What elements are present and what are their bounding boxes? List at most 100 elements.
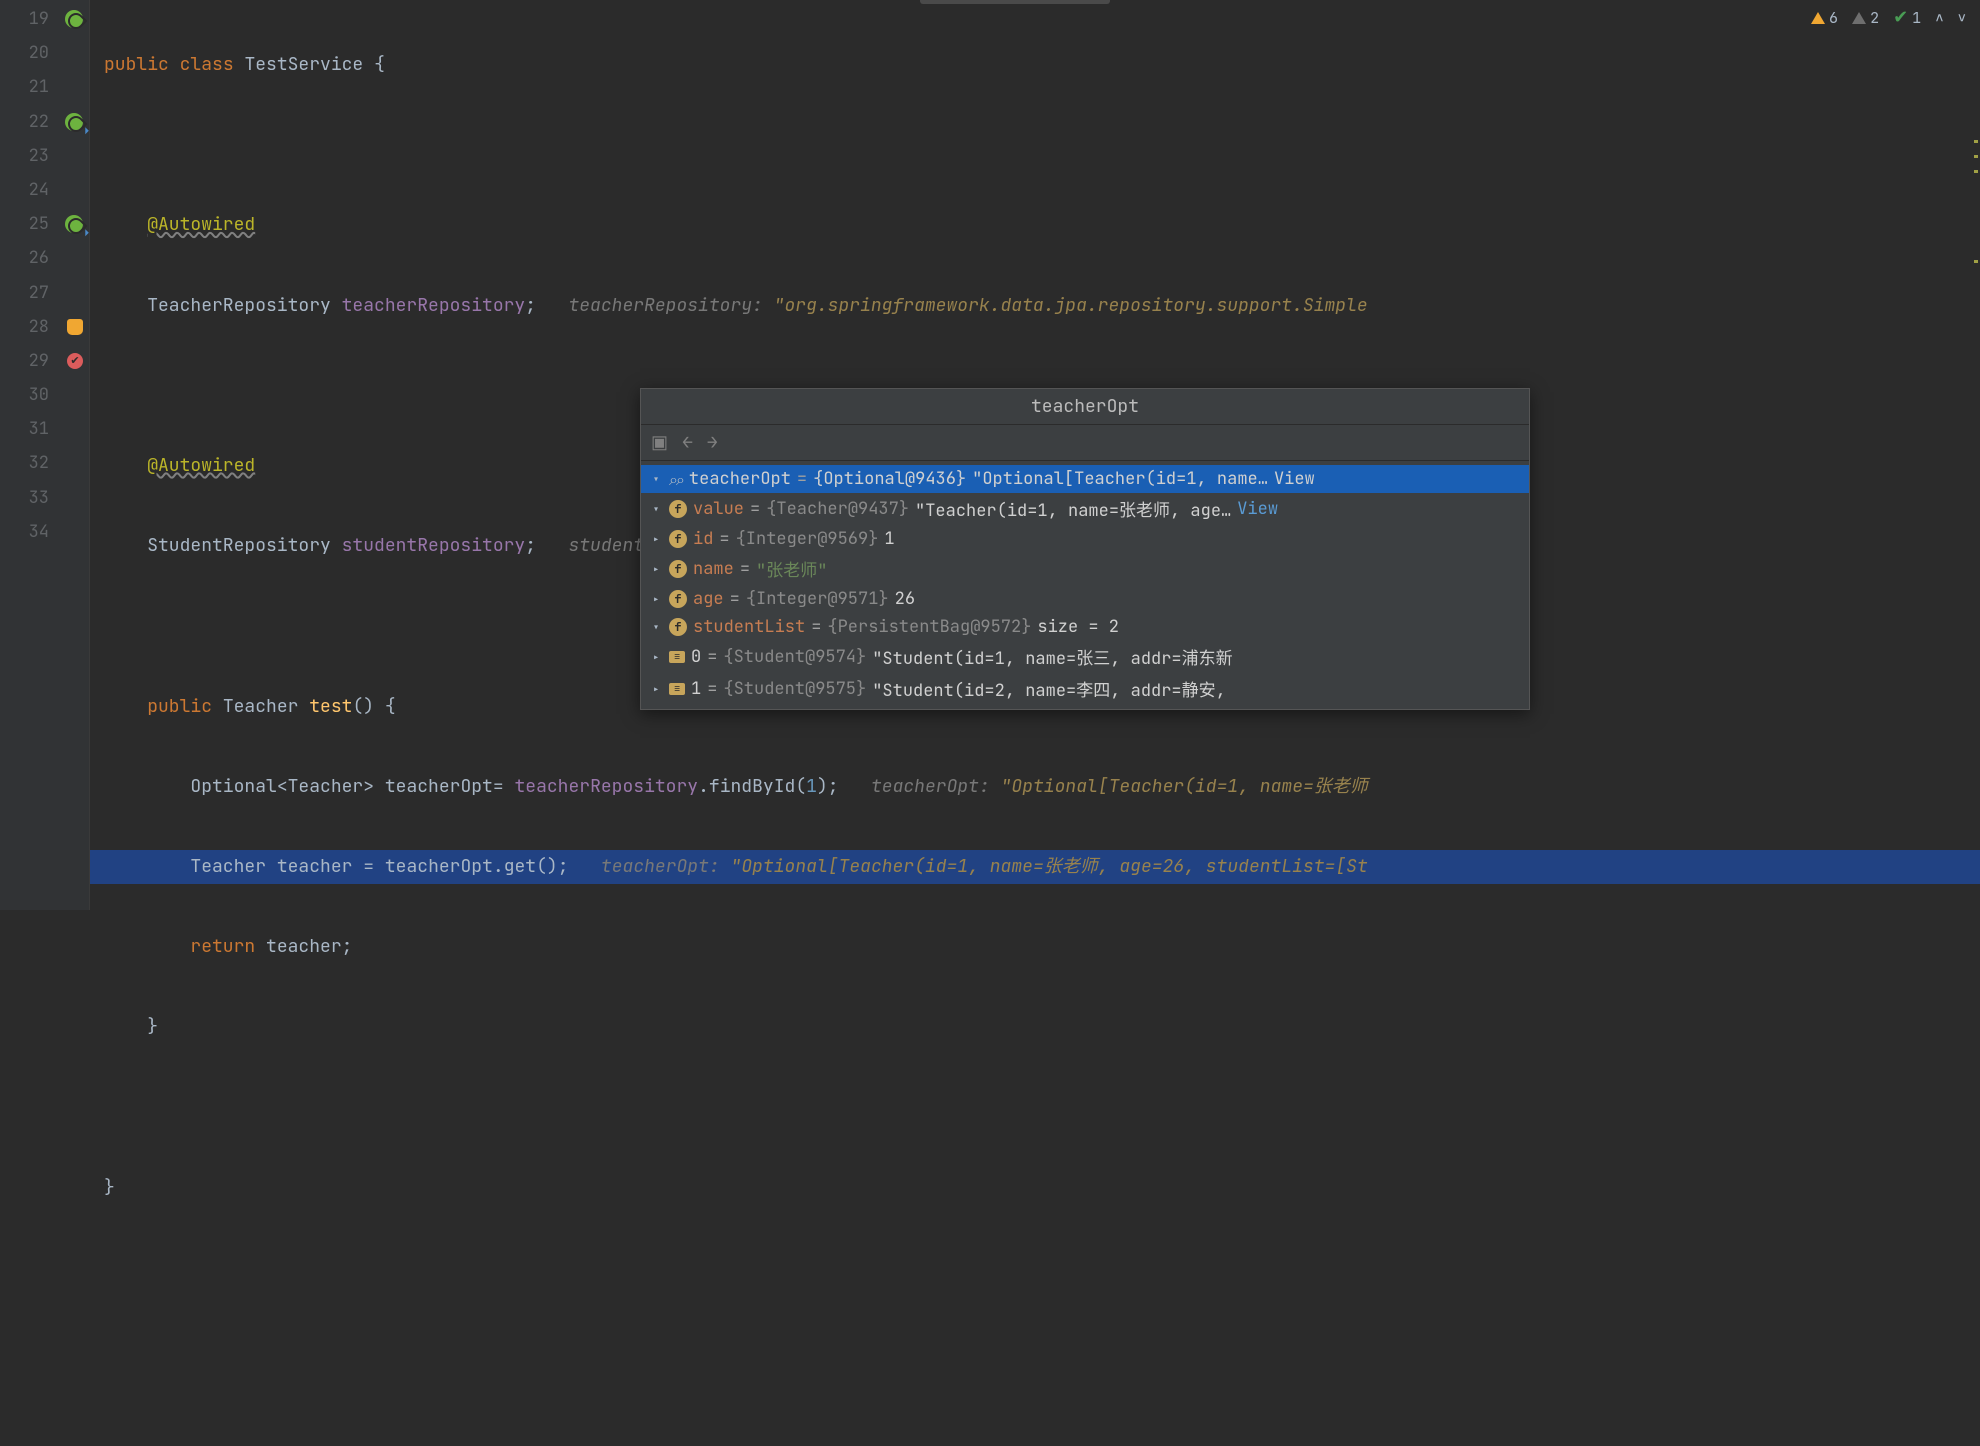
debug-hint-label: teacherOpt: (601, 855, 720, 878)
line-number: 32 (29, 452, 49, 474)
breakpoint-icon[interactable] (67, 353, 83, 369)
var-value: "Student(id=1, name=张三, addr=浦东新 (872, 644, 1232, 670)
element-icon (669, 683, 685, 695)
line-number: 30 (29, 384, 49, 406)
keyword: public (104, 53, 169, 76)
brace: } (147, 1015, 158, 1038)
debug-hint-value: "Optional[Teacher(id=1, name=张老师 (1001, 775, 1368, 798)
var-name: value (693, 498, 744, 520)
dot: . (493, 855, 504, 878)
line-number: 31 (29, 418, 49, 440)
var-name: id (693, 528, 713, 550)
new-watch-icon[interactable]: ▣ (651, 431, 668, 454)
scroll-hint[interactable] (1974, 260, 1978, 263)
equals: = (730, 588, 740, 610)
equals: = (797, 468, 807, 490)
line-number: 25 (29, 213, 49, 235)
equals: = (493, 775, 504, 798)
scroll-hint[interactable] (1974, 170, 1978, 173)
tree-node[interactable]: ▸ f name = "张老师" (641, 553, 1529, 585)
warning-grey-count[interactable]: 2 (1852, 8, 1879, 28)
scroll-markers (1974, 0, 1978, 910)
element-icon (669, 651, 685, 663)
line-number: 34 (29, 521, 49, 543)
scroll-hint[interactable] (1974, 155, 1978, 158)
expand-toggle-icon[interactable]: ▸ (649, 561, 663, 578)
variable-tree[interactable]: ▾ ⌕⌕ teacherOpt = {Optional@9436} "Optio… (641, 461, 1529, 709)
expand-toggle-icon[interactable]: ▾ (649, 501, 663, 518)
field-icon: f (669, 530, 687, 548)
brace: { (374, 53, 385, 76)
tree-node[interactable]: ▸ 0 = {Student@9574} "Student(id=1, name… (641, 641, 1529, 673)
ok-count[interactable]: ✔1 (1893, 6, 1921, 29)
warning-yellow-count[interactable]: 6 (1811, 8, 1838, 28)
equals: = (719, 528, 729, 550)
var-value: size = 2 (1037, 616, 1119, 638)
scroll-hint[interactable] (1974, 140, 1978, 143)
expand-toggle-icon[interactable]: ▸ (649, 591, 663, 608)
parens: () (536, 855, 558, 878)
spring-autowire-icon[interactable] (65, 113, 83, 131)
method-name: test (309, 695, 352, 718)
expand-toggle-icon[interactable]: ▸ (649, 531, 663, 548)
method-call: findById (709, 775, 795, 798)
inspection-widget[interactable]: 6 2 ✔1 ∧ ∨ (1811, 6, 1966, 29)
count: 2 (1870, 8, 1879, 28)
line-number: 24 (29, 179, 49, 201)
var-name: 1 (691, 678, 701, 700)
var-type: {PersistentBag@9572} (827, 616, 1031, 638)
var-type: {Optional@9436} (813, 468, 966, 490)
caret-up-icon[interactable]: ∧ (1935, 9, 1943, 27)
var-value: "Student(id=2, name=李四, addr=静安, (872, 676, 1226, 702)
type-ref: TeacherRepository (147, 294, 331, 317)
tree-node[interactable]: ▸ 1 = {Student@9575} "Student(id=2, name… (641, 673, 1529, 705)
var-type: {Integer@9571} (746, 588, 889, 610)
tree-node-root[interactable]: ▾ ⌕⌕ teacherOpt = {Optional@9436} "Optio… (641, 465, 1529, 493)
var-value: "Optional[Teacher(id=1, name… (972, 468, 1268, 490)
line-gutter: 19 20 21 22 23 24 25 26 27 28 29 30 31 3… (0, 0, 90, 910)
intention-bulb-icon[interactable] (67, 319, 83, 335)
paren: ) (817, 775, 828, 798)
nav-forward-icon[interactable]: → (707, 431, 718, 454)
expand-toggle-icon[interactable]: ▾ (649, 471, 663, 488)
debug-hint-label: teacherRepository: (568, 294, 762, 317)
semicolon: ; (558, 855, 569, 878)
keyword: public (147, 695, 212, 718)
line-number: 19 (29, 8, 49, 30)
dot: . (698, 775, 709, 798)
nav-back-icon[interactable]: ← (682, 431, 693, 454)
expand-toggle-icon[interactable]: ▸ (649, 681, 663, 698)
var-name: teacher (277, 855, 353, 878)
annotation: @Autowired (147, 213, 255, 236)
tree-node[interactable]: ▾ f studentList = {PersistentBag@9572} s… (641, 613, 1529, 641)
angle: < (277, 775, 288, 798)
equals: = (811, 616, 821, 638)
field-name: teacherRepository (342, 294, 526, 317)
var-name: name (693, 558, 734, 580)
line-number: 28 (29, 316, 49, 338)
spring-autowire-icon[interactable] (65, 215, 83, 233)
tree-node[interactable]: ▾ f value = {Teacher@9437} "Teacher(id=1… (641, 493, 1529, 525)
var-ref: teacherOpt (385, 855, 493, 878)
expand-toggle-icon[interactable]: ▸ (649, 649, 663, 666)
field-ref: teacherRepository (514, 775, 698, 798)
line-number: 33 (29, 487, 49, 509)
field-icon: f (669, 560, 687, 578)
tree-node[interactable]: ▸ f id = {Integer@9569} 1 (641, 525, 1529, 553)
popup-toolbar: ▣ ← → (641, 425, 1529, 461)
debug-hint-value: "Optional[Teacher(id=1, name=张老师, age=26… (731, 855, 1368, 878)
field-icon: f (669, 500, 687, 518)
tree-node[interactable]: ▸ f age = {Integer@9571} 26 (641, 585, 1529, 613)
expand-toggle-icon[interactable]: ▾ (649, 619, 663, 636)
keyword: return (190, 935, 255, 958)
field-name: studentRepository (342, 534, 526, 557)
semicolon: ; (828, 775, 839, 798)
generic-type: Teacher (288, 775, 364, 798)
view-link[interactable]: View (1237, 498, 1278, 520)
parens: () (352, 695, 374, 718)
debugger-evaluate-popup: teacherOpt ▣ ← → ▾ ⌕⌕ teacherOpt = {Opti… (640, 388, 1530, 710)
caret-down-icon[interactable]: ∨ (1958, 9, 1966, 27)
view-link[interactable]: View (1274, 468, 1315, 490)
var-type: {Integer@9569} (736, 528, 879, 550)
spring-bean-icon[interactable] (65, 10, 83, 28)
